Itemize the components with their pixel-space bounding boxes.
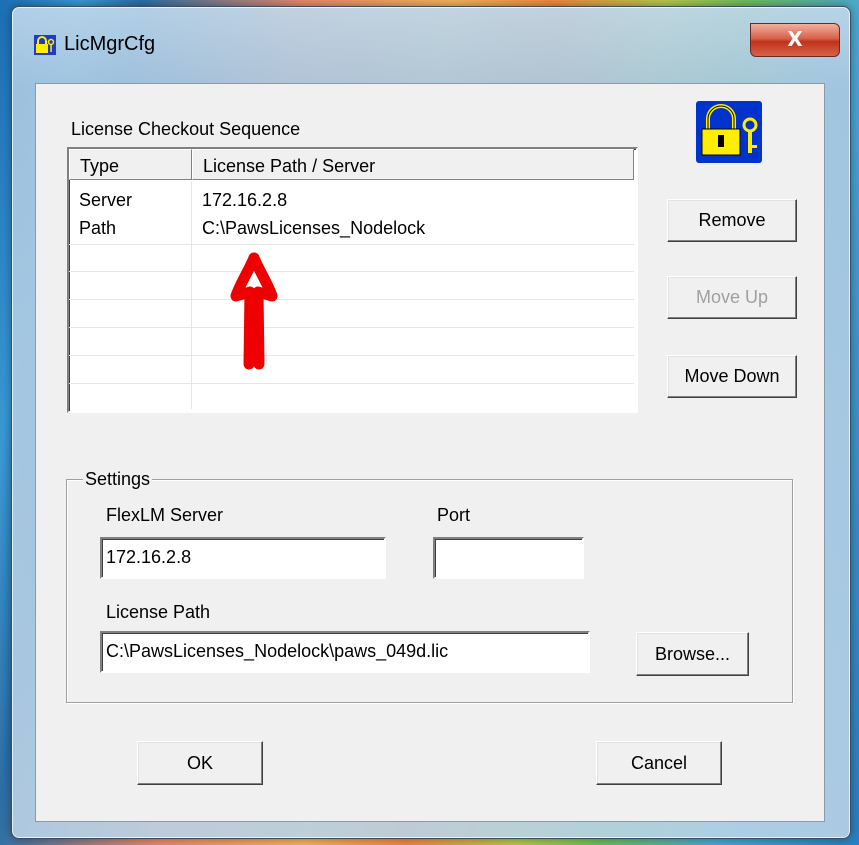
row-path: C:\PawsLicenses_Nodelock xyxy=(202,218,426,238)
row-type: Server xyxy=(79,190,133,210)
grid-line xyxy=(69,299,634,300)
browse-button[interactable]: Browse... xyxy=(636,632,749,676)
window-title: LicMgrCfg xyxy=(64,33,156,55)
remove-button[interactable]: Remove xyxy=(667,199,797,242)
move-up-button[interactable]: Move Up xyxy=(667,276,797,319)
row-type: Path xyxy=(79,218,117,238)
flexlm-server-input[interactable]: 172.16.2.8 xyxy=(100,537,386,579)
grid-line xyxy=(69,271,634,272)
license-path-label: License Path xyxy=(106,602,211,622)
checkout-sequence-label: License Checkout Sequence xyxy=(71,119,301,139)
list-row[interactable]: Server 172.16.2.8 xyxy=(69,189,634,217)
settings-group-label: Settings xyxy=(83,469,153,490)
port-input[interactable] xyxy=(433,537,584,579)
column-header-type[interactable]: Type xyxy=(69,149,192,180)
close-button[interactable]: X xyxy=(750,23,840,57)
grid-line xyxy=(69,244,634,245)
row-path: 172.16.2.8 xyxy=(202,190,288,210)
column-header-path[interactable]: License Path / Server xyxy=(192,149,634,180)
list-header: Type License Path / Server xyxy=(69,149,634,182)
app-lock-icon xyxy=(34,35,56,55)
list-row[interactable]: Path C:\PawsLicenses_Nodelock xyxy=(69,217,634,245)
grid-line xyxy=(69,383,634,384)
flexlm-server-label: FlexLM Server xyxy=(106,505,224,525)
port-label: Port xyxy=(437,505,471,525)
dialog-lock-icon xyxy=(696,101,762,163)
ok-button[interactable]: OK xyxy=(137,741,263,785)
license-list[interactable]: Type License Path / Server Server 172.16… xyxy=(67,147,638,413)
grid-line xyxy=(69,327,634,328)
license-path-input[interactable]: C:\PawsLicenses_Nodelock\paws_049d.lic xyxy=(100,631,590,673)
cancel-button[interactable]: Cancel xyxy=(596,741,722,785)
grid-line xyxy=(69,355,634,356)
move-down-button[interactable]: Move Down xyxy=(667,355,797,398)
up-arrow-icon xyxy=(230,252,278,370)
